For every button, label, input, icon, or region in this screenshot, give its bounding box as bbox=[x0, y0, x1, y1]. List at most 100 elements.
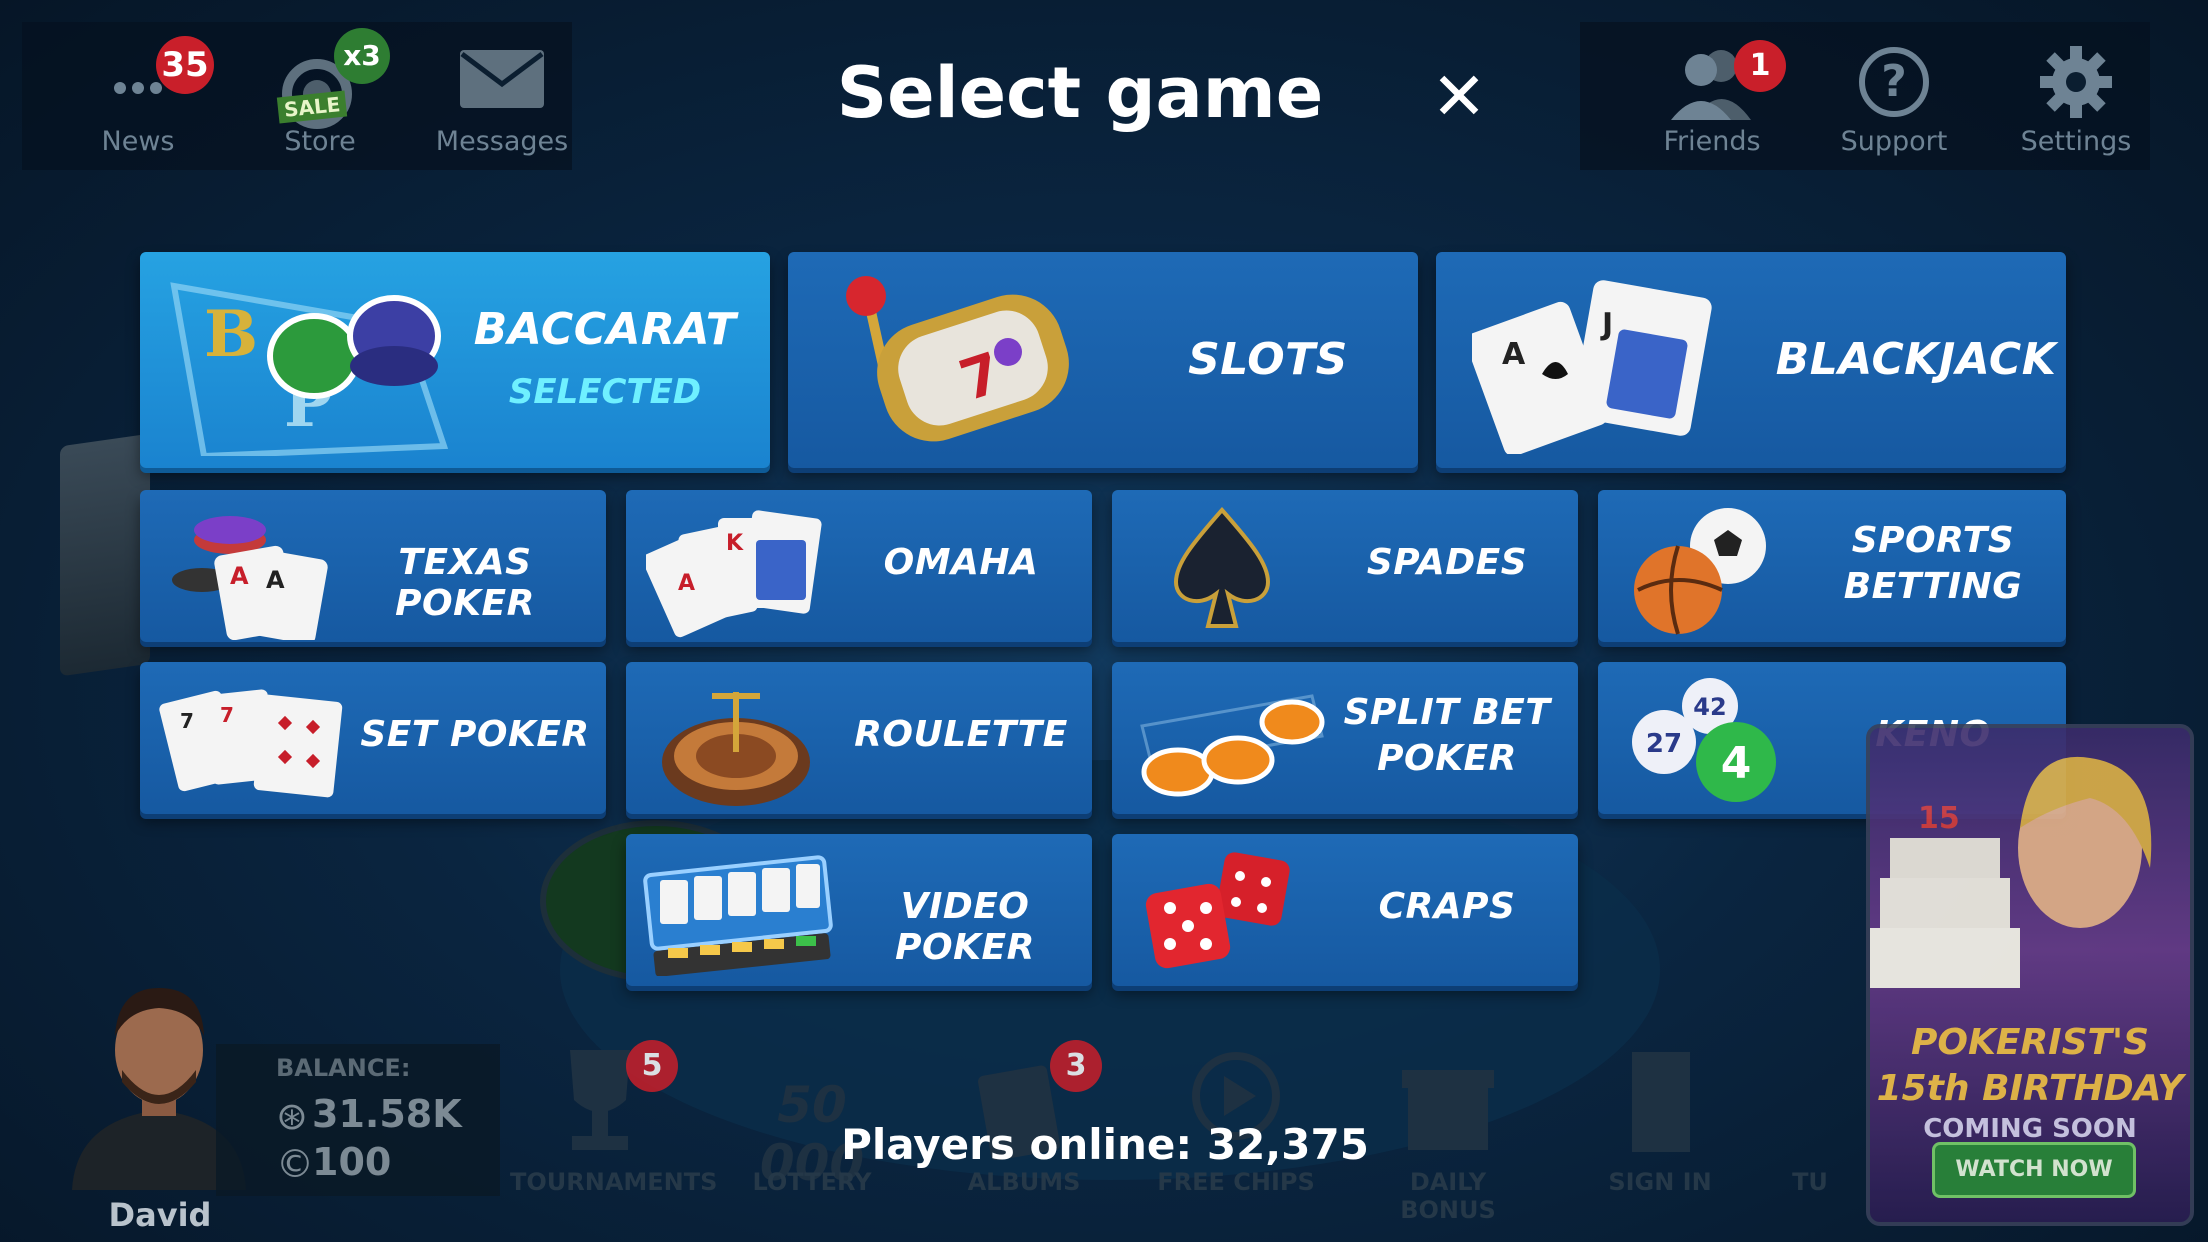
gear-icon bbox=[2036, 42, 2116, 126]
envelope-icon bbox=[458, 48, 546, 114]
promo-title-line2: 15th BIRTHDAY bbox=[1876, 1068, 2184, 1109]
messages-label: Messages bbox=[435, 126, 569, 157]
game-name: VIDEO POKER bbox=[895, 886, 1035, 968]
selected-status: SELECTED bbox=[508, 372, 702, 412]
news-badge: 35 bbox=[156, 36, 214, 94]
nav-label: ALBUMS bbox=[967, 1168, 1081, 1196]
nav-label: TOURNAMENTS bbox=[510, 1168, 718, 1196]
game-name: BLACKJACK bbox=[1775, 334, 2057, 385]
players-online: Players online: 32,375 bbox=[841, 1120, 1369, 1169]
game-name-line2: BETTING bbox=[1843, 566, 2023, 607]
door-icon bbox=[1632, 1052, 1690, 1152]
store-button[interactable]: SALE x3 Store bbox=[240, 22, 400, 170]
balance-label: BALANCE: bbox=[276, 1054, 411, 1082]
store-multiplier-badge: x3 bbox=[334, 28, 390, 84]
news-button[interactable]: 35 News bbox=[58, 22, 218, 170]
game-tile-texas-poker[interactable]: A A TEXAS POKER bbox=[140, 490, 606, 642]
top-left-toolbar: 35 News SALE x3 Store Messages bbox=[22, 22, 572, 170]
nav-label: LOTTERY bbox=[752, 1168, 872, 1196]
watch-now-button[interactable]: WATCH NOW bbox=[1932, 1142, 2136, 1198]
cake-number: 15 bbox=[1918, 801, 1960, 836]
help-icon: ? bbox=[1856, 44, 1932, 124]
dice-icon bbox=[1145, 852, 1290, 969]
chip-balance: 31.58K bbox=[312, 1092, 462, 1136]
game-tile-split-bet-poker[interactable]: SPLIT BET POKER bbox=[1112, 662, 1578, 814]
promo-subtitle: COMING SOON bbox=[1923, 1114, 2137, 1144]
sports-balls-icon bbox=[1634, 508, 1766, 635]
support-button[interactable]: ? Support bbox=[1814, 22, 1974, 170]
tournaments-badge: 5 bbox=[626, 1040, 678, 1092]
baccarat-icon: B P bbox=[170, 282, 449, 456]
slot-machine-decor bbox=[60, 433, 150, 677]
keno-ball-27: 27 bbox=[1646, 729, 1682, 759]
balance-panel[interactable]: BALANCE: ⊛ 31.58K © 100 bbox=[216, 1044, 500, 1196]
albums-badge: 3 bbox=[1050, 1040, 1102, 1092]
promo-title-line1: POKERIST'S bbox=[1910, 1022, 2150, 1063]
svg-text:A: A bbox=[678, 571, 695, 596]
svg-text:A: A bbox=[266, 566, 285, 594]
roulette-wheel-icon bbox=[662, 692, 810, 806]
game-name: ROULETTE bbox=[854, 714, 1068, 755]
settings-label: Settings bbox=[2020, 126, 2132, 157]
nav-sign-in[interactable]: SIGN IN bbox=[1570, 1040, 1750, 1196]
game-tile-baccarat[interactable]: B P BACCARAT SELECTED bbox=[140, 252, 770, 468]
game-tile-video-poker[interactable]: VIDEO POKER bbox=[626, 834, 1092, 986]
gold-balance: 100 bbox=[312, 1140, 392, 1184]
gold-icon: © bbox=[276, 1142, 314, 1186]
split-bet-chips-icon bbox=[1140, 694, 1325, 797]
game-tile-craps[interactable]: CRAPS bbox=[1112, 834, 1578, 986]
game-name: SET POKER bbox=[360, 714, 590, 755]
game-name-line2: POKER bbox=[1377, 738, 1517, 779]
game-tile-roulette[interactable]: ROULETTE bbox=[626, 662, 1092, 814]
game-tile-omaha[interactable]: A K OMAHA bbox=[626, 490, 1092, 642]
svg-text:A: A bbox=[230, 562, 249, 590]
game-tile-sports-betting[interactable]: SPORTS BETTING bbox=[1598, 490, 2066, 642]
svg-text:J: J bbox=[1600, 307, 1613, 342]
svg-text:B: B bbox=[204, 297, 258, 372]
game-tile-slots[interactable]: 7 SLOTS bbox=[788, 252, 1418, 468]
game-name-line1: SPLIT BET bbox=[1343, 692, 1551, 733]
game-name: CRAPS bbox=[1378, 886, 1516, 927]
game-name: SPADES bbox=[1366, 542, 1528, 583]
chip-icon: ⊛ bbox=[276, 1094, 308, 1138]
texas-poker-icon: A A bbox=[172, 516, 328, 640]
video-poker-machine-icon bbox=[643, 855, 833, 976]
game-tile-set-poker[interactable]: 7 7 SET POKER bbox=[140, 662, 606, 814]
svg-text:7: 7 bbox=[220, 703, 234, 727]
omaha-cards-icon: A K bbox=[646, 510, 822, 638]
store-label: Store bbox=[284, 126, 356, 157]
keno-ball-4: 4 bbox=[1721, 738, 1752, 789]
game-name: SLOTS bbox=[1188, 334, 1348, 385]
nav-label: SIGN IN bbox=[1608, 1168, 1712, 1196]
friends-button[interactable]: 1 Friends bbox=[1632, 22, 1792, 170]
keno-balls-icon: 42 27 4 bbox=[1632, 678, 1776, 802]
friends-label: Friends bbox=[1663, 126, 1761, 157]
game-name: OMAHA bbox=[883, 542, 1039, 583]
game-tile-blackjack[interactable]: A J BLACKJACK bbox=[1436, 252, 2066, 468]
friends-badge: 1 bbox=[1734, 40, 1786, 92]
game-name: BACCARAT bbox=[473, 304, 737, 355]
support-label: Support bbox=[1840, 126, 1948, 157]
nav-tournaments[interactable]: 5 TOURNAMENTS bbox=[510, 1040, 717, 1196]
svg-text:A: A bbox=[1502, 337, 1526, 372]
set-poker-cards-icon: 7 7 bbox=[159, 689, 343, 798]
settings-button[interactable]: Settings bbox=[1996, 22, 2156, 170]
player-name: David bbox=[108, 1196, 212, 1234]
nav-label: DAILY BONUS bbox=[1400, 1168, 1496, 1224]
slot-machine-icon: 7 bbox=[846, 276, 1069, 442]
top-right-toolbar: 1 Friends ? Support Settings bbox=[1580, 22, 2150, 170]
close-button[interactable]: ✕ bbox=[1424, 62, 1494, 132]
game-tile-spades[interactable]: SPADES bbox=[1112, 490, 1578, 642]
spade-icon bbox=[1173, 506, 1271, 628]
promo-art: 15 bbox=[1870, 756, 2152, 988]
birthday-promo-banner[interactable]: 15 POKERIST'S 15th BIRTHDAY COMING SOON … bbox=[1866, 724, 2194, 1226]
svg-text:K: K bbox=[726, 531, 744, 556]
game-name-line1: SPORTS bbox=[1851, 520, 2015, 561]
dialog-title: Select game bbox=[836, 52, 1324, 134]
keno-ball-42: 42 bbox=[1693, 693, 1726, 721]
svg-text:?: ? bbox=[1881, 56, 1907, 107]
messages-button[interactable]: Messages bbox=[422, 22, 582, 170]
nav-label: TU bbox=[1792, 1168, 1828, 1196]
game-name: TEXAS POKER bbox=[395, 542, 535, 624]
svg-text:7: 7 bbox=[180, 709, 194, 733]
